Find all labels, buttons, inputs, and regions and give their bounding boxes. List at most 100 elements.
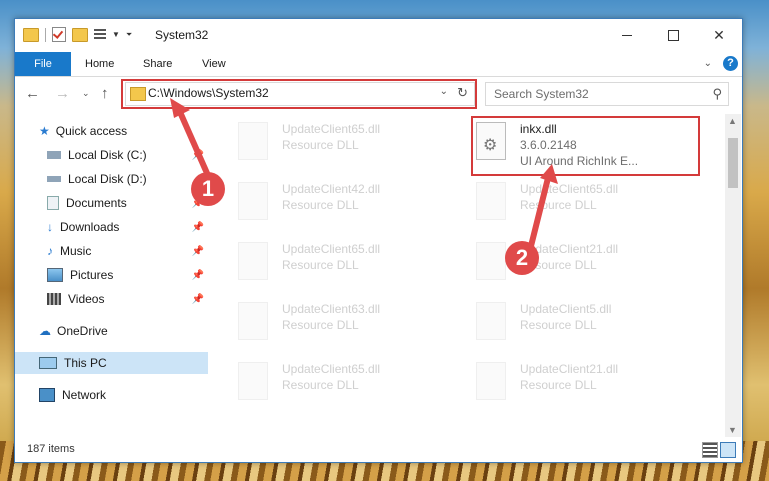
file-name: UpdateClient65.dll (520, 182, 619, 196)
vertical-scrollbar[interactable]: ▲ ▼ (725, 114, 741, 437)
file-explorer-window: ▼ ⏷ System32 ✕ File Home Share View ⌄ ? … (14, 18, 743, 463)
tab-view[interactable]: View (202, 52, 226, 76)
details-view-icon[interactable] (702, 442, 718, 458)
tab-home[interactable]: Home (85, 52, 114, 76)
file-type: Resource DLL (520, 378, 597, 392)
forward-arrow-icon[interactable]: → (55, 85, 70, 102)
videos-icon (47, 293, 61, 305)
file-name: UpdateClient65.dll (282, 242, 381, 256)
sidebar-item-label: Documents (66, 196, 127, 210)
file-name: UpdateClient65.dll (282, 122, 381, 136)
pin-icon[interactable]: 📌 (192, 222, 204, 233)
search-box[interactable]: Search System32 ⚲ (485, 82, 729, 106)
file-tile[interactable]: UpdateClient21.dll Resource DLL (458, 358, 688, 408)
sidebar-item-label: Music (60, 244, 92, 258)
sidebar-item-local-disk-c[interactable]: Local Disk (C:) 📌 (47, 144, 208, 166)
sidebar-item-label: OneDrive (57, 324, 108, 338)
file-tile[interactable]: UpdateClient65.dll Resource DLL (458, 178, 688, 228)
status-bar: 187 items (15, 438, 742, 462)
scroll-up-icon[interactable]: ▲ (728, 116, 737, 126)
file-type: Resource DLL (282, 378, 359, 392)
pin-icon[interactable]: 📌 (192, 270, 204, 281)
file-tile[interactable]: UpdateClient5.dll Resource DLL (458, 298, 688, 348)
chevron-down-icon[interactable]: ▼ (112, 30, 120, 39)
sidebar-item-this-pc[interactable]: This PC (15, 352, 208, 374)
sidebar-item-onedrive[interactable]: ☁ OneDrive (39, 320, 208, 342)
scroll-thumb[interactable] (728, 138, 738, 188)
file-tile[interactable]: UpdateClient63.dll Resource DLL (220, 298, 450, 348)
pin-icon[interactable]: 📌 (192, 150, 204, 161)
tab-share[interactable]: Share (143, 52, 172, 76)
customize-toolbar-icon[interactable]: ⏷ (126, 30, 132, 40)
minimize-icon (622, 34, 632, 36)
file-tile[interactable]: UpdateClient65.dll Resource DLL (220, 358, 450, 408)
dll-file-icon (476, 242, 506, 280)
star-icon: ★ (39, 124, 50, 138)
dll-file-icon (238, 242, 268, 280)
file-tile[interactable]: UpdateClient65.dll Resource DLL (220, 118, 450, 168)
sidebar-item-videos[interactable]: Videos 📌 (47, 288, 208, 310)
sidebar-item-label: Videos (68, 292, 105, 306)
sidebar-item-label: Network (62, 388, 107, 402)
file-type: Resource DLL (520, 318, 597, 332)
drive-icon (47, 176, 61, 182)
large-icons-view-icon[interactable] (720, 442, 736, 458)
properties-icon[interactable] (94, 28, 106, 41)
maximize-icon (667, 29, 679, 41)
properties-check-icon[interactable] (52, 27, 66, 42)
sidebar-item-pictures[interactable]: Pictures 📌 (47, 264, 208, 286)
dll-file-icon (476, 302, 506, 340)
recent-locations-icon[interactable]: ⌄ (82, 88, 90, 99)
pin-icon[interactable]: 📌 (192, 294, 204, 305)
divider (45, 27, 46, 42)
dll-file-icon (476, 362, 506, 400)
file-type: Resource DLL (282, 138, 359, 152)
music-icon: ♪ (47, 244, 53, 258)
search-placeholder: Search System32 (494, 87, 589, 101)
onedrive-icon: ☁ (39, 324, 51, 338)
folder-icon (23, 27, 39, 42)
quick-access-toolbar: ▼ ⏷ (23, 27, 132, 42)
minimize-button[interactable] (604, 19, 650, 51)
sidebar-item-label: This PC (64, 356, 107, 370)
sidebar-item-network[interactable]: Network (39, 384, 208, 406)
sidebar-item-label: Pictures (70, 268, 114, 282)
navigation-pane: ★ Quick access Local Disk (C:) 📌 Local D… (15, 114, 208, 434)
file-name: UpdateClient65.dll (282, 362, 381, 376)
sidebar-item-downloads[interactable]: ↓ Downloads 📌 (47, 216, 208, 238)
tab-file[interactable]: File (15, 52, 71, 76)
dll-file-icon (476, 182, 506, 220)
file-highlight (471, 116, 700, 176)
title-bar: ▼ ⏷ System32 ✕ (15, 19, 742, 51)
new-folder-icon[interactable] (72, 27, 88, 42)
expand-ribbon-icon[interactable]: ⌄ (704, 58, 712, 69)
pc-icon (39, 357, 57, 369)
pin-icon[interactable]: 📌 (192, 246, 204, 257)
sidebar-item-label: Quick access (55, 124, 128, 138)
file-type: Resource DLL (282, 198, 359, 212)
sidebar-item-label: Downloads (60, 220, 120, 234)
help-button[interactable]: ? (723, 56, 738, 71)
annotation-badge-1: 1 (191, 172, 225, 206)
back-arrow-icon[interactable]: ← (25, 85, 40, 102)
sidebar-item-music[interactable]: ♪ Music 📌 (47, 240, 208, 262)
file-tile[interactable]: UpdateClient42.dll Resource DLL (220, 178, 450, 228)
file-tile[interactable]: UpdateClient65.dll Resource DLL (220, 238, 450, 288)
dll-file-icon (238, 122, 268, 160)
sidebar-item-documents[interactable]: Documents 📌 (47, 192, 208, 214)
dll-file-icon (238, 302, 268, 340)
drive-icon (47, 151, 61, 159)
maximize-button[interactable] (650, 19, 696, 51)
close-button[interactable]: ✕ (696, 19, 742, 51)
sidebar-item-quick-access[interactable]: ★ Quick access (39, 120, 208, 142)
file-name: UpdateClient21.dll (520, 362, 619, 376)
up-arrow-icon[interactable]: ↑ (101, 85, 109, 102)
network-icon (39, 388, 55, 402)
scroll-down-icon[interactable]: ▼ (728, 425, 737, 435)
sidebar-item-local-disk-d[interactable]: Local Disk (D:) (47, 168, 208, 190)
search-icon[interactable]: ⚲ (712, 86, 722, 102)
address-bar-highlight (121, 79, 477, 109)
sidebar-item-label: Local Disk (D:) (68, 172, 147, 186)
pictures-icon (47, 268, 63, 282)
file-tile[interactable]: UpdateClient21.dll Resource DLL (458, 238, 688, 288)
